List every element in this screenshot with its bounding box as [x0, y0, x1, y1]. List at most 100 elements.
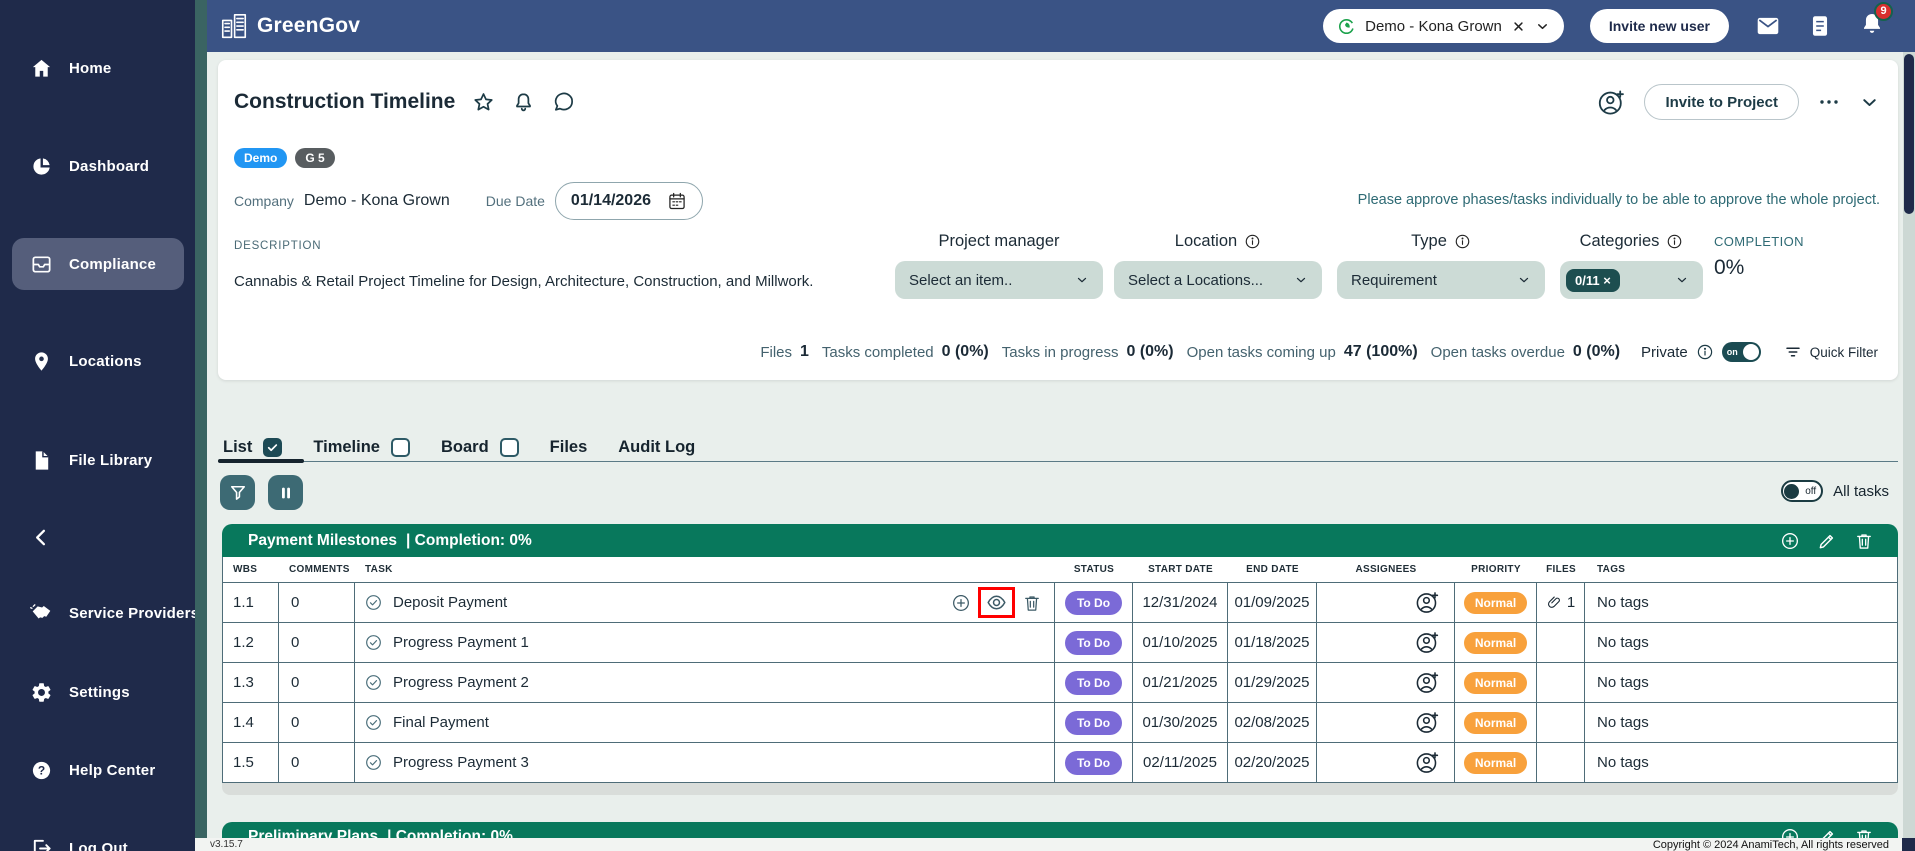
- table-row[interactable]: 1.3 0 Progress Payment 2 To Do 01/21/202…: [223, 662, 1897, 702]
- project-manager-dropdown[interactable]: Select an item..: [895, 261, 1103, 299]
- files-cell[interactable]: 1: [1537, 583, 1585, 622]
- end-date-cell[interactable]: 01/29/2025: [1228, 663, 1317, 702]
- priority-cell[interactable]: Normal: [1455, 743, 1537, 782]
- trash-icon[interactable]: [1854, 531, 1874, 551]
- invite-to-project-button[interactable]: Invite to Project: [1644, 84, 1799, 120]
- task-name[interactable]: Deposit Payment: [393, 594, 507, 611]
- company-selector[interactable]: Demo - Kona Grown: [1323, 9, 1564, 43]
- task-name[interactable]: Progress Payment 1: [393, 634, 529, 651]
- priority-cell[interactable]: Normal: [1455, 663, 1537, 702]
- notes-icon[interactable]: [1807, 13, 1833, 39]
- tags-cell[interactable]: No tags: [1585, 583, 1897, 622]
- start-date-cell[interactable]: 01/30/2025: [1133, 703, 1228, 742]
- edit-pencil-icon[interactable]: [1817, 531, 1837, 551]
- check-circle-icon[interactable]: [364, 753, 383, 772]
- tab-audit-log[interactable]: Audit Log: [618, 438, 695, 457]
- invite-new-user-button[interactable]: Invite new user: [1589, 9, 1729, 43]
- task-name[interactable]: Progress Payment 3: [393, 754, 529, 771]
- start-date-cell[interactable]: 01/21/2025: [1133, 663, 1228, 702]
- tags-cell[interactable]: No tags: [1585, 623, 1897, 662]
- filter-button[interactable]: [220, 475, 255, 510]
- sidebar-item-log-out[interactable]: Log Out: [12, 826, 184, 851]
- task-name[interactable]: Final Payment: [393, 714, 489, 731]
- tags-cell[interactable]: No tags: [1585, 743, 1897, 782]
- comments-cell[interactable]: 0: [279, 583, 355, 622]
- priority-cell[interactable]: Normal: [1455, 703, 1537, 742]
- categories-chip[interactable]: 0/11 ×: [1566, 268, 1620, 292]
- due-date-input[interactable]: 01/14/2026: [554, 182, 703, 220]
- info-icon[interactable]: [1454, 233, 1471, 250]
- close-icon[interactable]: [1511, 19, 1526, 34]
- all-tasks-toggle[interactable]: off: [1781, 480, 1824, 502]
- sidebar-collapse-button[interactable]: [12, 515, 72, 559]
- sidebar-item-dashboard[interactable]: Dashboard: [12, 144, 184, 188]
- comments-cell[interactable]: 0: [279, 743, 355, 782]
- task-name[interactable]: Progress Payment 2: [393, 674, 529, 691]
- bell-outline-icon[interactable]: [512, 91, 535, 114]
- tab-files[interactable]: Files: [550, 438, 588, 457]
- sidebar-item-service-providers[interactable]: Service Providers: [12, 591, 199, 635]
- quick-filter-button[interactable]: Quick Filter: [1784, 343, 1878, 361]
- check-circle-icon[interactable]: [364, 673, 383, 692]
- table-row[interactable]: 1.1 0 Deposit Payment To Do 12/31/2024 0…: [223, 582, 1897, 622]
- trash-icon[interactable]: [1022, 593, 1042, 613]
- add-assignee-icon[interactable]: [1415, 630, 1440, 655]
- sidebar-item-compliance[interactable]: Compliance: [12, 238, 184, 290]
- table-row[interactable]: 1.5 0 Progress Payment 3 To Do 02/11/202…: [223, 742, 1897, 782]
- end-date-cell[interactable]: 02/20/2025: [1228, 743, 1317, 782]
- columns-button[interactable]: [268, 475, 303, 510]
- sidebar-item-settings[interactable]: Settings: [12, 670, 184, 714]
- check-circle-icon[interactable]: [364, 713, 383, 732]
- more-options-icon[interactable]: [1817, 90, 1841, 114]
- files-cell[interactable]: [1537, 623, 1585, 662]
- add-assignee-icon[interactable]: [1415, 590, 1440, 615]
- page-scrollbar[interactable]: [1903, 52, 1915, 839]
- add-task-icon[interactable]: [1780, 531, 1800, 551]
- phase-header[interactable]: Payment Milestones | Completion: 0%: [222, 524, 1898, 557]
- add-assignee-icon[interactable]: [1415, 710, 1440, 735]
- priority-cell[interactable]: Normal: [1455, 583, 1537, 622]
- sidebar-item-locations[interactable]: Locations: [12, 339, 184, 383]
- categories-dropdown[interactable]: 0/11 ×: [1560, 261, 1703, 299]
- add-user-icon[interactable]: [1597, 88, 1626, 117]
- tab-list[interactable]: List: [223, 437, 283, 457]
- tags-cell[interactable]: No tags: [1585, 703, 1897, 742]
- notifications[interactable]: 9: [1859, 1, 1893, 42]
- tab-timeline[interactable]: Timeline: [313, 437, 410, 457]
- tab-board[interactable]: Board: [441, 437, 519, 457]
- table-row[interactable]: 1.4 0 Final Payment To Do 01/30/2025 02/…: [223, 702, 1897, 742]
- tags-cell[interactable]: No tags: [1585, 663, 1897, 702]
- task-cell[interactable]: Progress Payment 3: [355, 743, 1055, 782]
- sidebar-item-file-library[interactable]: File Library: [12, 438, 184, 482]
- status-cell[interactable]: To Do: [1055, 583, 1133, 622]
- comments-cell[interactable]: 0: [279, 663, 355, 702]
- add-subtask-icon[interactable]: [951, 593, 971, 613]
- type-dropdown[interactable]: Requirement: [1337, 261, 1545, 299]
- status-cell[interactable]: To Do: [1055, 743, 1133, 782]
- files-cell[interactable]: [1537, 663, 1585, 702]
- comments-cell[interactable]: 0: [279, 703, 355, 742]
- location-dropdown[interactable]: Select a Locations...: [1114, 261, 1322, 299]
- list-checkbox[interactable]: [263, 437, 283, 457]
- check-circle-icon[interactable]: [364, 593, 383, 612]
- info-icon[interactable]: [1666, 233, 1683, 250]
- files-cell[interactable]: [1537, 743, 1585, 782]
- start-date-cell[interactable]: 01/10/2025: [1133, 623, 1228, 662]
- chevron-down-icon[interactable]: [1535, 19, 1550, 34]
- timeline-checkbox[interactable]: [390, 437, 410, 457]
- mail-icon[interactable]: [1755, 13, 1781, 39]
- start-date-cell[interactable]: 02/11/2025: [1133, 743, 1228, 782]
- start-date-cell[interactable]: 12/31/2024: [1133, 583, 1228, 622]
- star-icon[interactable]: [472, 91, 495, 114]
- add-assignee-icon[interactable]: [1415, 750, 1440, 775]
- eye-icon[interactable]: [986, 592, 1007, 613]
- info-icon[interactable]: [1696, 343, 1714, 361]
- task-cell[interactable]: Final Payment: [355, 703, 1055, 742]
- end-date-cell[interactable]: 01/18/2025: [1228, 623, 1317, 662]
- status-cell[interactable]: To Do: [1055, 703, 1133, 742]
- files-cell[interactable]: [1537, 703, 1585, 742]
- end-date-cell[interactable]: 01/09/2025: [1228, 583, 1317, 622]
- add-assignee-icon[interactable]: [1415, 670, 1440, 695]
- comments-cell[interactable]: 0: [279, 623, 355, 662]
- task-cell[interactable]: Progress Payment 2: [355, 663, 1055, 702]
